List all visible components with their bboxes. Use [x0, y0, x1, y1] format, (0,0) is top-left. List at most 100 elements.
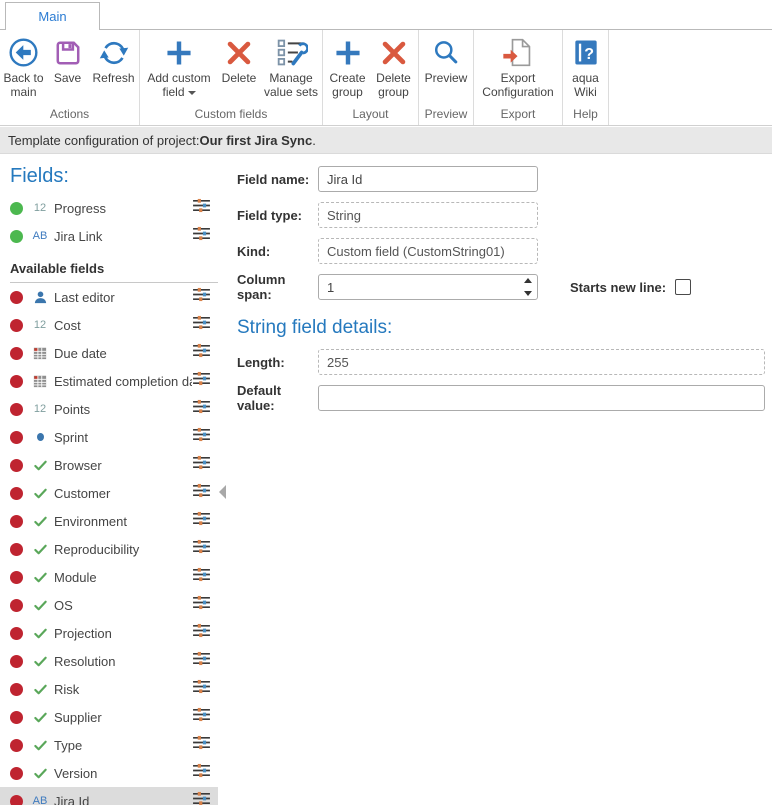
magnifier-icon	[430, 34, 462, 71]
field-settings-icon[interactable]	[192, 399, 212, 419]
ribbon-group-layout: Create group Delete group Layout	[323, 30, 419, 125]
manage-value-sets-button[interactable]: Manage value sets	[260, 33, 322, 100]
delete-x-icon	[223, 34, 255, 71]
field-row-supplier[interactable]: Supplier	[0, 703, 218, 731]
refresh-button[interactable]: Refresh	[89, 33, 139, 85]
field-name-input[interactable]	[318, 166, 538, 192]
field-settings-icon[interactable]	[192, 707, 212, 727]
tab-strip: Main	[0, 0, 772, 30]
field-row-environment[interactable]: Environment	[0, 507, 218, 535]
field-row-module[interactable]: Module	[0, 563, 218, 591]
field-row-sprint[interactable]: Sprint	[0, 423, 218, 451]
field-row-projection[interactable]: Projection	[0, 619, 218, 647]
field-settings-icon[interactable]	[192, 679, 212, 699]
create-group-button[interactable]: Create group	[325, 33, 371, 100]
preview-button[interactable]: Preview	[420, 33, 472, 85]
status-dot-red-icon	[10, 655, 23, 668]
status-dot-red-icon	[10, 627, 23, 640]
export-configuration-button[interactable]: Export Configuration	[475, 33, 561, 100]
field-settings-icon[interactable]	[192, 455, 212, 475]
field-settings-icon[interactable]	[192, 427, 212, 447]
field-settings-icon[interactable]	[192, 651, 212, 671]
field-settings-icon[interactable]	[192, 483, 212, 503]
status-dot-green-icon	[10, 230, 23, 243]
field-settings-icon[interactable]	[192, 567, 212, 587]
ribbon-group-custom-fields: Add custom field Delete Manage value set…	[140, 30, 323, 125]
field-row-progress[interactable]: 12 Progress	[0, 194, 218, 222]
field-row-cost[interactable]: 12 Cost	[0, 311, 218, 339]
delete-button[interactable]: Delete	[218, 33, 260, 85]
field-settings-icon[interactable]	[192, 198, 212, 218]
field-settings-icon[interactable]	[192, 735, 212, 755]
save-button[interactable]: Save	[47, 33, 89, 85]
field-row-version[interactable]: Version	[0, 759, 218, 787]
default-value-label: Default value:	[237, 383, 318, 413]
length-input	[318, 349, 765, 375]
field-row-points[interactable]: 12 Points	[0, 395, 218, 423]
field-row-browser[interactable]: Browser	[0, 451, 218, 479]
status-dot-red-icon	[10, 711, 23, 724]
field-name-label: Field name:	[237, 172, 318, 187]
check-type-icon	[28, 766, 52, 781]
field-row-risk[interactable]: Risk	[0, 675, 218, 703]
status-dot-red-icon	[10, 403, 23, 416]
template-config-suffix: .	[312, 133, 316, 148]
spin-up-button[interactable]	[524, 278, 532, 283]
floppy-save-icon	[52, 34, 84, 71]
field-row-os[interactable]: OS	[0, 591, 218, 619]
back-arrow-icon	[7, 34, 40, 71]
field-row-due-date[interactable]: Due date	[0, 339, 218, 367]
field-settings-icon[interactable]	[192, 791, 212, 805]
field-settings-icon[interactable]	[192, 343, 212, 363]
spin-down-button[interactable]	[524, 291, 532, 296]
fields-sidebar: Fields: 12 Progress AB Jira Link Availab…	[0, 155, 218, 805]
tab-main[interactable]: Main	[5, 2, 100, 30]
field-row-estimated-completion-date[interactable]: Estimated completion dat	[0, 367, 218, 395]
text-type-icon: AB	[28, 230, 52, 242]
delete-group-button[interactable]: Delete group	[371, 33, 417, 100]
back-to-main-button[interactable]: Back to main	[1, 33, 47, 100]
number-type-icon: 12	[28, 319, 52, 331]
length-label: Length:	[237, 355, 318, 370]
field-row-last-editor[interactable]: Last editor	[0, 283, 218, 311]
field-row-jira-link[interactable]: AB Jira Link	[0, 222, 218, 250]
field-row-customer[interactable]: Customer	[0, 479, 218, 507]
preview-label: Preview	[425, 71, 468, 85]
field-settings-icon[interactable]	[192, 287, 212, 307]
check-type-icon	[28, 654, 52, 669]
check-type-icon	[28, 626, 52, 641]
field-row-type[interactable]: Type	[0, 731, 218, 759]
field-settings-icon[interactable]	[192, 595, 212, 615]
field-settings-icon[interactable]	[192, 226, 212, 246]
project-name: Our first Jira Sync	[200, 133, 313, 148]
field-settings-icon[interactable]	[192, 511, 212, 531]
check-type-icon	[28, 570, 52, 585]
user-type-icon	[28, 290, 52, 305]
field-settings-icon[interactable]	[192, 371, 212, 391]
field-row-resolution[interactable]: Resolution	[0, 647, 218, 675]
value-sets-wrench-icon	[275, 34, 308, 71]
string-field-details-title: String field details:	[237, 317, 772, 339]
starts-new-line-checkbox[interactable]	[675, 279, 691, 295]
ribbon-group-export: Export Configuration Export	[474, 30, 563, 125]
field-settings-icon[interactable]	[192, 315, 212, 335]
back-to-main-label: Back to main	[1, 71, 47, 100]
column-span-input[interactable]	[318, 274, 538, 300]
aqua-wiki-button[interactable]: ? aqua Wiki	[564, 33, 608, 100]
ribbon: Back to main Save Refresh Actions	[0, 30, 772, 126]
default-value-input[interactable]	[318, 385, 765, 411]
check-type-icon	[28, 542, 52, 557]
save-label: Save	[54, 71, 81, 85]
status-dot-red-icon	[10, 767, 23, 780]
field-settings-icon[interactable]	[192, 623, 212, 643]
wiki-book-icon: ?	[570, 34, 602, 71]
plus-icon	[163, 34, 195, 71]
kind-input	[318, 238, 538, 264]
field-row-reproducibility[interactable]: Reproducibility	[0, 535, 218, 563]
field-settings-icon[interactable]	[192, 539, 212, 559]
ribbon-filler	[609, 30, 772, 125]
field-row-jira-id[interactable]: AB Jira Id	[0, 787, 218, 805]
field-settings-icon[interactable]	[192, 763, 212, 783]
add-custom-field-button[interactable]: Add custom field	[140, 33, 218, 100]
sidebar-collapse-arrow[interactable]	[219, 485, 226, 499]
